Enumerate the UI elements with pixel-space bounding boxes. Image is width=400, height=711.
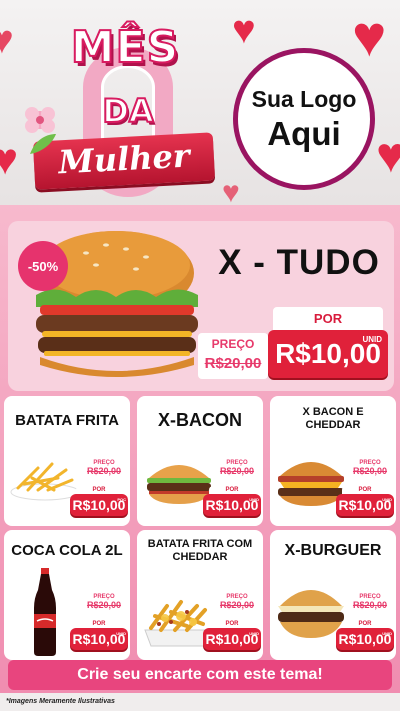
new-price-tag: POR R$10,00 UNID (70, 620, 128, 650)
product-card[interactable]: BATATA FRITA COM CHEDDAR PREÇO R$20,00 P… (137, 530, 263, 660)
heart-icon: ♥ (376, 127, 400, 183)
old-price-value: R$20,00 (204, 355, 262, 372)
old-price-tag: PREÇO R$20,00 (198, 333, 268, 379)
heart-icon: ♥ (0, 18, 14, 62)
new-price-value: R$10,00 UNID (203, 494, 261, 516)
heart-icon: ♥ (352, 4, 387, 69)
new-price-value: R$10,00 UNID (70, 628, 128, 650)
new-price-tag: POR R$10,00 UNID (203, 486, 261, 516)
product-card[interactable]: COCA COLA 2L PREÇO R$20,00 POR R$10,00 U… (4, 530, 130, 660)
product-name: X-BURGUER (284, 542, 382, 559)
old-price-value: R$20,00 (86, 466, 122, 476)
product-name: COCA COLA 2L (11, 542, 123, 559)
heart-icon: ♥ (222, 176, 240, 209)
brand-title: MÊS DA Mulher (25, 21, 218, 202)
featured-product-card[interactable]: -50% X - TUDO PREÇO R$20,00 POR R$10,00 … (8, 221, 394, 391)
old-price-value: R$20,00 (219, 600, 255, 610)
product-name: BATATA FRITA (15, 412, 119, 429)
product-name: X BACON E CHEDDAR (302, 406, 364, 431)
new-price-tag: POR R$10,00 UNID (336, 486, 394, 516)
logo-line2: Aqui (267, 114, 341, 152)
product-card[interactable]: X-BURGUER PREÇO R$20,00 POR R$10,00 UNID (270, 530, 396, 660)
new-price-tag: POR R$10,00 POC (70, 486, 128, 516)
soda-bottle-icon (34, 568, 56, 656)
unit-label: UNID (362, 335, 382, 344)
discount-badge: -50% (18, 241, 68, 291)
old-price-value: R$20,00 (352, 600, 388, 610)
old-price-tag: PREÇO R$20,00 (217, 592, 257, 616)
new-price-value: R$10,00 UNID (268, 330, 388, 378)
product-name: BATATA FRITA COM CHEDDAR (147, 538, 253, 563)
header-banner: ♥ ♥ ♥ ♥ ♥ ♥ ♥ MÊS DA Mulher Sua Logo Aqu… (0, 0, 400, 215)
new-price-tag: POR R$10,00 UNID (336, 620, 394, 650)
product-card[interactable]: BATATA FRITA PREÇO R$20,00 POR R$10,00 P… (4, 396, 130, 526)
old-price-tag: PREÇO R$20,00 (350, 458, 390, 482)
product-card[interactable]: X-BACON PREÇO R$20,00 POR R$10,00 UNID (137, 396, 263, 526)
new-price-value: R$10,00 UNID (336, 494, 394, 516)
disclaimer-footer: *Imagens Meramente Ilustrativas (0, 693, 400, 711)
old-price-value: R$20,00 (352, 466, 388, 476)
old-price-value: R$20,00 (219, 466, 255, 476)
unit-label: UNID (249, 631, 259, 636)
heart-icon: ♥ (0, 135, 19, 184)
old-price-tag: PREÇO R$20,00 (84, 592, 124, 616)
brand-line2: DA (101, 91, 154, 131)
unit-label: UNID (382, 497, 392, 502)
old-price-tag: PREÇO R$20,00 (217, 458, 257, 482)
unit-label: UNID (116, 631, 126, 636)
new-price-value: R$10,00 UNID (203, 628, 261, 650)
old-price-tag: PREÇO R$20,00 (350, 592, 390, 616)
heart-icon: ♥ (232, 8, 256, 52)
old-price-value: R$20,00 (86, 600, 122, 610)
product-name: X - TUDO (218, 243, 380, 282)
unit-label: UNID (249, 497, 259, 502)
product-name: X-BACON (158, 410, 242, 430)
cta-banner[interactable]: Crie seu encarte com este tema! (8, 660, 392, 690)
new-price-value: R$10,00 UNID (336, 628, 394, 650)
old-price-label: PREÇO (211, 337, 255, 351)
logo-placeholder: Sua Logo Aqui (233, 48, 375, 190)
product-card[interactable]: X BACON E CHEDDAR PREÇO R$20,00 POR R$10… (270, 396, 396, 526)
new-price-tag: POR R$10,00 UNID (203, 620, 261, 650)
new-price-tag: POR R$10,00 UNID (268, 307, 388, 378)
unit-label: UNID (382, 631, 392, 636)
old-price-tag: PREÇO R$20,00 (84, 458, 124, 482)
logo-line1: Sua Logo (251, 85, 357, 112)
new-price-value: R$10,00 POC (70, 494, 128, 516)
unit-label: POC (117, 497, 126, 502)
leaf-icon (30, 134, 56, 154)
brand-line1: MÊS (70, 21, 180, 74)
